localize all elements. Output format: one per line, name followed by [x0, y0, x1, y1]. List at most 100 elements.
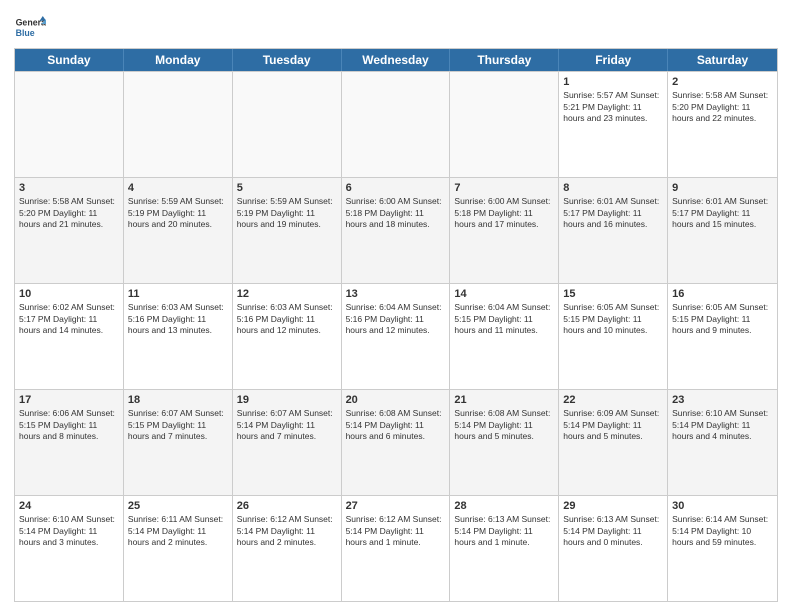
day-cell-12: 12Sunrise: 6:03 AM Sunset: 5:16 PM Dayli… — [233, 284, 342, 389]
calendar-row-2: 3Sunrise: 5:58 AM Sunset: 5:20 PM Daylig… — [15, 177, 777, 283]
header-day-sunday: Sunday — [15, 49, 124, 71]
calendar-row-5: 24Sunrise: 6:10 AM Sunset: 5:14 PM Dayli… — [15, 495, 777, 601]
day-cell-8: 8Sunrise: 6:01 AM Sunset: 5:17 PM Daylig… — [559, 178, 668, 283]
header-day-saturday: Saturday — [668, 49, 777, 71]
day-info: Sunrise: 5:59 AM Sunset: 5:19 PM Dayligh… — [237, 196, 337, 230]
day-number: 5 — [237, 181, 337, 195]
day-number: 6 — [346, 181, 446, 195]
day-number: 16 — [672, 287, 773, 301]
day-cell-27: 27Sunrise: 6:12 AM Sunset: 5:14 PM Dayli… — [342, 496, 451, 601]
day-info: Sunrise: 6:08 AM Sunset: 5:14 PM Dayligh… — [454, 408, 554, 442]
day-number: 15 — [563, 287, 663, 301]
day-info: Sunrise: 6:10 AM Sunset: 5:14 PM Dayligh… — [672, 408, 773, 442]
day-number: 22 — [563, 393, 663, 407]
day-cell-17: 17Sunrise: 6:06 AM Sunset: 5:15 PM Dayli… — [15, 390, 124, 495]
day-number: 1 — [563, 75, 663, 89]
day-info: Sunrise: 6:13 AM Sunset: 5:14 PM Dayligh… — [454, 514, 554, 548]
day-number: 17 — [19, 393, 119, 407]
day-cell-23: 23Sunrise: 6:10 AM Sunset: 5:14 PM Dayli… — [668, 390, 777, 495]
day-info: Sunrise: 6:12 AM Sunset: 5:14 PM Dayligh… — [346, 514, 446, 548]
day-info: Sunrise: 6:02 AM Sunset: 5:17 PM Dayligh… — [19, 302, 119, 336]
day-info: Sunrise: 6:05 AM Sunset: 5:15 PM Dayligh… — [563, 302, 663, 336]
day-number: 25 — [128, 499, 228, 513]
day-cell-21: 21Sunrise: 6:08 AM Sunset: 5:14 PM Dayli… — [450, 390, 559, 495]
day-number: 7 — [454, 181, 554, 195]
day-cell-11: 11Sunrise: 6:03 AM Sunset: 5:16 PM Dayli… — [124, 284, 233, 389]
day-number: 28 — [454, 499, 554, 513]
day-number: 27 — [346, 499, 446, 513]
empty-cell-r0-c4 — [450, 72, 559, 177]
day-number: 26 — [237, 499, 337, 513]
day-info: Sunrise: 6:08 AM Sunset: 5:14 PM Dayligh… — [346, 408, 446, 442]
day-info: Sunrise: 6:07 AM Sunset: 5:15 PM Dayligh… — [128, 408, 228, 442]
day-number: 12 — [237, 287, 337, 301]
day-number: 4 — [128, 181, 228, 195]
header-day-wednesday: Wednesday — [342, 49, 451, 71]
calendar-body: 1Sunrise: 5:57 AM Sunset: 5:21 PM Daylig… — [15, 71, 777, 601]
calendar-row-4: 17Sunrise: 6:06 AM Sunset: 5:15 PM Dayli… — [15, 389, 777, 495]
day-number: 13 — [346, 287, 446, 301]
day-number: 30 — [672, 499, 773, 513]
empty-cell-r0-c3 — [342, 72, 451, 177]
calendar: SundayMondayTuesdayWednesdayThursdayFrid… — [14, 48, 778, 602]
day-cell-30: 30Sunrise: 6:14 AM Sunset: 5:14 PM Dayli… — [668, 496, 777, 601]
day-number: 23 — [672, 393, 773, 407]
day-number: 3 — [19, 181, 119, 195]
day-cell-24: 24Sunrise: 6:10 AM Sunset: 5:14 PM Dayli… — [15, 496, 124, 601]
day-info: Sunrise: 5:59 AM Sunset: 5:19 PM Dayligh… — [128, 196, 228, 230]
day-cell-20: 20Sunrise: 6:08 AM Sunset: 5:14 PM Dayli… — [342, 390, 451, 495]
calendar-row-1: 1Sunrise: 5:57 AM Sunset: 5:21 PM Daylig… — [15, 71, 777, 177]
day-number: 9 — [672, 181, 773, 195]
empty-cell-r0-c1 — [124, 72, 233, 177]
day-cell-6: 6Sunrise: 6:00 AM Sunset: 5:18 PM Daylig… — [342, 178, 451, 283]
day-info: Sunrise: 6:05 AM Sunset: 5:15 PM Dayligh… — [672, 302, 773, 336]
day-cell-4: 4Sunrise: 5:59 AM Sunset: 5:19 PM Daylig… — [124, 178, 233, 283]
day-cell-1: 1Sunrise: 5:57 AM Sunset: 5:21 PM Daylig… — [559, 72, 668, 177]
day-cell-2: 2Sunrise: 5:58 AM Sunset: 5:20 PM Daylig… — [668, 72, 777, 177]
day-info: Sunrise: 6:00 AM Sunset: 5:18 PM Dayligh… — [346, 196, 446, 230]
day-info: Sunrise: 6:06 AM Sunset: 5:15 PM Dayligh… — [19, 408, 119, 442]
day-cell-16: 16Sunrise: 6:05 AM Sunset: 5:15 PM Dayli… — [668, 284, 777, 389]
day-info: Sunrise: 5:58 AM Sunset: 5:20 PM Dayligh… — [672, 90, 773, 124]
calendar-row-3: 10Sunrise: 6:02 AM Sunset: 5:17 PM Dayli… — [15, 283, 777, 389]
day-info: Sunrise: 6:03 AM Sunset: 5:16 PM Dayligh… — [128, 302, 228, 336]
day-info: Sunrise: 6:11 AM Sunset: 5:14 PM Dayligh… — [128, 514, 228, 548]
day-info: Sunrise: 6:01 AM Sunset: 5:17 PM Dayligh… — [563, 196, 663, 230]
day-cell-10: 10Sunrise: 6:02 AM Sunset: 5:17 PM Dayli… — [15, 284, 124, 389]
day-number: 20 — [346, 393, 446, 407]
day-cell-13: 13Sunrise: 6:04 AM Sunset: 5:16 PM Dayli… — [342, 284, 451, 389]
day-cell-25: 25Sunrise: 6:11 AM Sunset: 5:14 PM Dayli… — [124, 496, 233, 601]
day-cell-19: 19Sunrise: 6:07 AM Sunset: 5:14 PM Dayli… — [233, 390, 342, 495]
logo: General Blue — [14, 14, 48, 42]
day-cell-5: 5Sunrise: 5:59 AM Sunset: 5:19 PM Daylig… — [233, 178, 342, 283]
day-cell-7: 7Sunrise: 6:00 AM Sunset: 5:18 PM Daylig… — [450, 178, 559, 283]
day-info: Sunrise: 6:01 AM Sunset: 5:17 PM Dayligh… — [672, 196, 773, 230]
day-info: Sunrise: 6:03 AM Sunset: 5:16 PM Dayligh… — [237, 302, 337, 336]
day-info: Sunrise: 6:00 AM Sunset: 5:18 PM Dayligh… — [454, 196, 554, 230]
day-info: Sunrise: 6:13 AM Sunset: 5:14 PM Dayligh… — [563, 514, 663, 548]
day-info: Sunrise: 6:12 AM Sunset: 5:14 PM Dayligh… — [237, 514, 337, 548]
day-number: 19 — [237, 393, 337, 407]
logo-icon: General Blue — [14, 14, 46, 42]
day-number: 18 — [128, 393, 228, 407]
day-cell-29: 29Sunrise: 6:13 AM Sunset: 5:14 PM Dayli… — [559, 496, 668, 601]
header: General Blue — [14, 10, 778, 42]
day-number: 21 — [454, 393, 554, 407]
header-day-thursday: Thursday — [450, 49, 559, 71]
day-cell-15: 15Sunrise: 6:05 AM Sunset: 5:15 PM Dayli… — [559, 284, 668, 389]
day-number: 2 — [672, 75, 773, 89]
day-info: Sunrise: 6:07 AM Sunset: 5:14 PM Dayligh… — [237, 408, 337, 442]
header-day-monday: Monday — [124, 49, 233, 71]
day-number: 10 — [19, 287, 119, 301]
empty-cell-r0-c0 — [15, 72, 124, 177]
day-info: Sunrise: 6:04 AM Sunset: 5:16 PM Dayligh… — [346, 302, 446, 336]
day-cell-22: 22Sunrise: 6:09 AM Sunset: 5:14 PM Dayli… — [559, 390, 668, 495]
day-info: Sunrise: 5:57 AM Sunset: 5:21 PM Dayligh… — [563, 90, 663, 124]
svg-text:Blue: Blue — [16, 28, 35, 38]
day-number: 8 — [563, 181, 663, 195]
day-info: Sunrise: 6:10 AM Sunset: 5:14 PM Dayligh… — [19, 514, 119, 548]
header-day-tuesday: Tuesday — [233, 49, 342, 71]
day-cell-14: 14Sunrise: 6:04 AM Sunset: 5:15 PM Dayli… — [450, 284, 559, 389]
empty-cell-r0-c2 — [233, 72, 342, 177]
day-info: Sunrise: 5:58 AM Sunset: 5:20 PM Dayligh… — [19, 196, 119, 230]
